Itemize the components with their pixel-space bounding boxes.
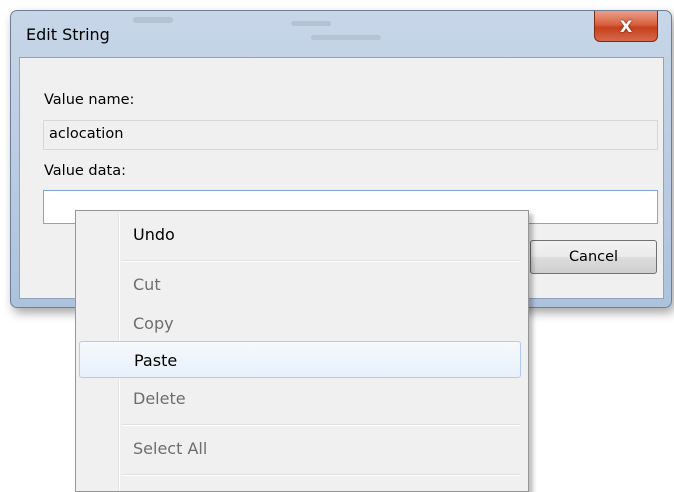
context-menu: Undo Cut Copy Paste Delete Select All: [75, 210, 529, 492]
close-button[interactable]: X: [594, 11, 658, 42]
dialog-title: Edit String: [26, 25, 110, 44]
menu-item-undo[interactable]: Undo: [79, 216, 521, 253]
menu-item-label: Undo: [133, 225, 175, 244]
background-blur: [133, 17, 173, 23]
menu-item-label: Delete: [133, 389, 186, 408]
menu-separator: [122, 474, 520, 476]
menu-item-paste[interactable]: Paste: [79, 341, 521, 378]
title-bar[interactable]: Edit String X: [11, 11, 671, 57]
value-name-label: Value name:: [44, 92, 135, 108]
background-blur: [291, 21, 331, 26]
cancel-button[interactable]: Cancel: [530, 240, 657, 274]
value-name-field[interactable]: aclocation: [43, 120, 658, 150]
menu-item-label: Select All: [133, 439, 208, 458]
background-blur: [311, 35, 381, 40]
menu-item-cut[interactable]: Cut: [79, 266, 521, 303]
menu-item-label: Cut: [133, 275, 161, 294]
close-icon: X: [619, 16, 633, 36]
menu-item-copy[interactable]: Copy: [79, 305, 521, 342]
menu-separator: [122, 260, 520, 262]
menu-item-delete[interactable]: Delete: [79, 380, 521, 417]
menu-item-label: Paste: [134, 351, 178, 370]
menu-item-select-all[interactable]: Select All: [79, 430, 521, 467]
menu-separator: [122, 424, 520, 426]
value-data-label: Value data:: [44, 163, 126, 179]
menu-item-label: Copy: [133, 314, 174, 333]
